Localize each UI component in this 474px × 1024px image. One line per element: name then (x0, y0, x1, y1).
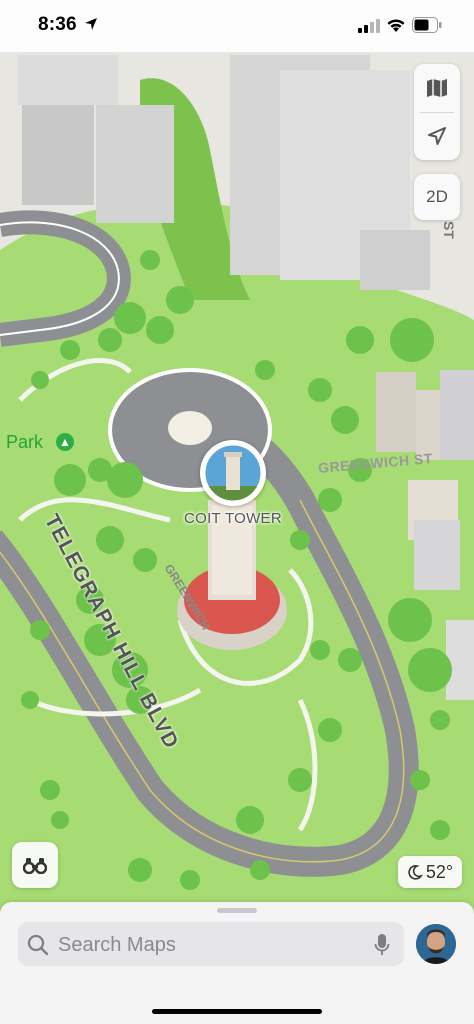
tower-photo-icon (202, 442, 264, 504)
binoculars-icon (23, 858, 47, 874)
moon-icon (408, 865, 423, 880)
look-around-button[interactable] (12, 842, 58, 888)
microphone-icon[interactable] (374, 933, 390, 957)
magnifying-glass-icon (27, 934, 49, 956)
map-controls (414, 64, 460, 160)
profile-avatar-icon (416, 924, 456, 964)
coit-tower-marker[interactable] (200, 440, 266, 506)
navigation-arrow-icon (428, 127, 446, 145)
poi-label-coit-tower[interactable]: COIT TOWER (150, 510, 316, 527)
location-arrow-icon (85, 18, 97, 30)
battery-icon (412, 17, 442, 33)
bottom-sheet[interactable] (0, 902, 474, 1024)
view-toggle-2d-button[interactable]: 2D (414, 174, 460, 220)
weather-badge[interactable]: 52° (398, 856, 462, 888)
home-indicator (152, 1009, 322, 1014)
map-mode-button[interactable] (414, 64, 460, 112)
current-location-button[interactable] (414, 112, 460, 160)
cellular-signal-icon (358, 19, 380, 33)
map-icon (427, 79, 447, 97)
avatar[interactable] (416, 924, 456, 964)
status-time: 8:36 (38, 14, 77, 35)
wifi-icon (387, 19, 405, 32)
search-input[interactable] (56, 931, 360, 959)
search-bar[interactable] (18, 922, 404, 966)
temperature-label: 52° (425, 861, 454, 882)
status-bar: 8:36 (0, 0, 474, 52)
tree-icon: ▲ (56, 433, 74, 451)
street-label-st: ST (440, 221, 457, 239)
park-label[interactable]: Park (6, 432, 43, 453)
sheet-grabber[interactable] (217, 908, 257, 913)
